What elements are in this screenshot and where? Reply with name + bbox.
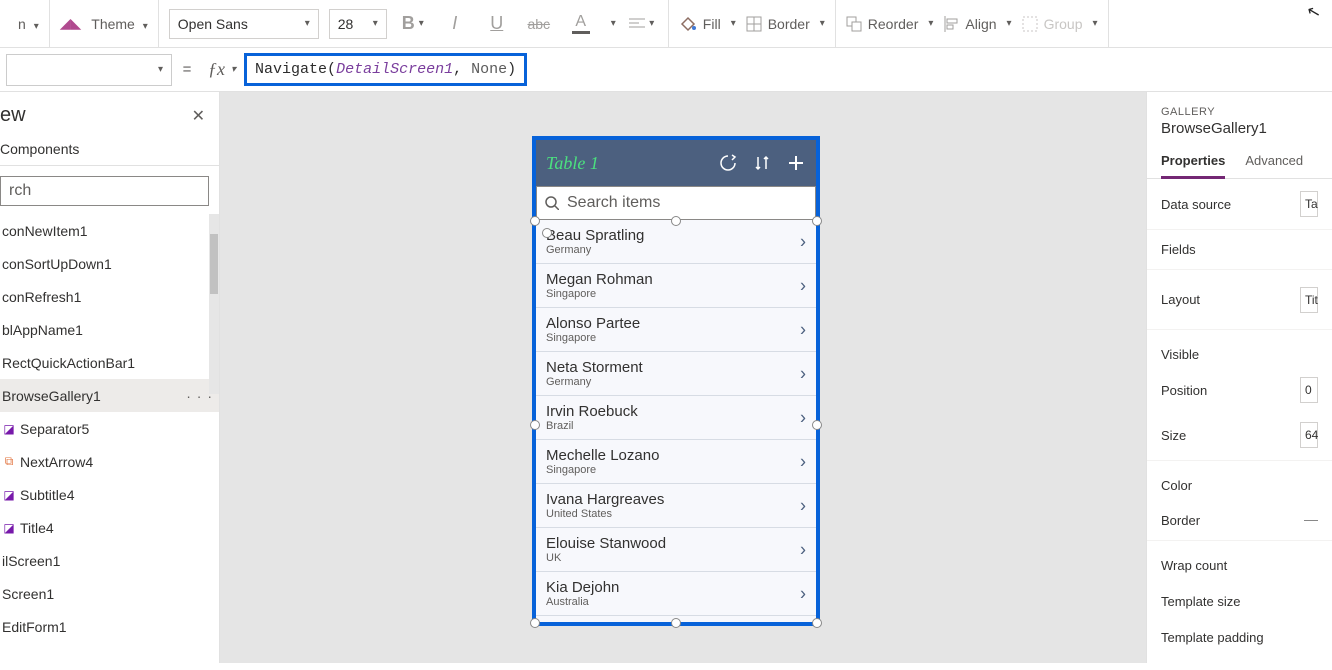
prop-wrap-count-label: Wrap count — [1161, 558, 1227, 573]
app-search-input[interactable]: Search items — [536, 186, 816, 220]
prop-fields-label: Fields — [1161, 242, 1196, 257]
gallery-item[interactable]: Ivana HargreavesUnited States› — [536, 484, 816, 528]
prop-data-source-value[interactable]: Ta — [1300, 191, 1318, 217]
reorder-button[interactable]: Reorder▾ — [846, 16, 934, 32]
property-select[interactable]: ▾ — [6, 54, 172, 86]
font-color-button[interactable]: A — [565, 8, 597, 40]
unknown-dropdown[interactable]: n ▾ — [18, 16, 39, 32]
tree-item[interactable]: BrowseGallery1· · · — [0, 379, 219, 412]
border-button[interactable]: Border▾ — [746, 16, 825, 32]
prop-layout-value[interactable]: Tit — [1300, 287, 1318, 313]
prop-layout-label: Layout — [1161, 292, 1200, 307]
sort-icon[interactable] — [752, 153, 772, 173]
tree-item[interactable]: conSortUpDown1 — [0, 247, 219, 280]
fill-button[interactable]: Fill▾ — [679, 15, 736, 33]
align-button[interactable]: Align▾ — [943, 16, 1011, 32]
tree-item[interactable]: conNewItem1 — [0, 214, 219, 247]
theme-dropdown[interactable]: Theme ▾ — [91, 16, 148, 32]
tree-view-panel: ew ✕ Components rch conNewItem1conSortUp… — [0, 92, 220, 663]
strikethrough-button[interactable]: abc — [523, 8, 555, 40]
tree-item[interactable]: conRefresh1 — [0, 280, 219, 313]
prop-data-source-label: Data source — [1161, 197, 1231, 212]
chevron-right-icon[interactable]: › — [800, 275, 806, 296]
border-icon — [746, 16, 762, 32]
props-object-name: BrowseGallery1 — [1147, 120, 1332, 145]
chevron-right-icon[interactable]: › — [800, 539, 806, 560]
gallery-item[interactable]: Kia DejohnAustralia› — [536, 572, 816, 616]
props-section-label: GALLERY — [1147, 92, 1332, 120]
gallery-item[interactable]: Alonso ParteeSingapore› — [536, 308, 816, 352]
prop-template-padding-label: Template padding — [1161, 630, 1264, 645]
tree-item[interactable]: ◪Separator5 — [0, 412, 219, 445]
chevron-right-icon[interactable]: › — [800, 363, 806, 384]
tree-item[interactable]: ilScreen1 — [0, 544, 219, 577]
prop-size-value[interactable]: 64 — [1300, 422, 1318, 448]
chevron-down-icon[interactable]: ▾ — [611, 18, 616, 29]
font-size-select[interactable]: 28▾ — [329, 9, 387, 39]
gallery[interactable]: Beau SpratlingGermany›Megan RohmanSingap… — [536, 220, 816, 622]
gallery-item[interactable]: Irvin RoebuckBrazil› — [536, 396, 816, 440]
prop-template-size-label: Template size — [1161, 594, 1240, 609]
equals-sign: = — [172, 61, 202, 78]
tree-title: ew — [0, 104, 26, 127]
refresh-icon[interactable] — [718, 153, 738, 173]
chevron-right-icon[interactable]: › — [800, 319, 806, 340]
chevron-right-icon[interactable]: › — [800, 231, 806, 252]
tree-item[interactable]: ◪Subtitle4 — [0, 478, 219, 511]
formula-input[interactable]: Navigate(DetailScreen1, None) — [242, 48, 1326, 91]
properties-panel: GALLERY BrowseGallery1 Properties Advanc… — [1146, 92, 1332, 663]
prop-position-value[interactable]: 0 — [1300, 377, 1318, 403]
gallery-item[interactable]: Megan RohmanSingapore› — [536, 264, 816, 308]
tree-item[interactable]: blAppName1 — [0, 313, 219, 346]
chevron-right-icon[interactable]: › — [800, 583, 806, 604]
gallery-item[interactable]: Elouise StanwoodUK› — [536, 528, 816, 572]
search-icon — [545, 196, 559, 210]
prop-border-label: Border — [1161, 513, 1200, 528]
fx-label[interactable]: ƒx▾ — [202, 59, 242, 80]
tree-item[interactable]: RectQuickActionBar1 — [0, 346, 219, 379]
tree-items: conNewItem1conSortUpDown1conRefresh1blAp… — [0, 214, 219, 670]
tab-advanced[interactable]: Advanced — [1245, 145, 1303, 178]
tree-item[interactable]: EditForm1 — [0, 610, 219, 643]
tree-tab-components[interactable]: Components — [0, 133, 93, 165]
gallery-item[interactable]: Neta StormentGermany› — [536, 352, 816, 396]
tree-search-input[interactable]: rch — [0, 176, 209, 206]
prop-visible-label: Visible — [1161, 347, 1199, 362]
reorder-icon — [846, 16, 862, 32]
italic-button[interactable]: I — [439, 8, 471, 40]
prop-size-label: Size — [1161, 428, 1186, 443]
tree-item[interactable]: Screen1 — [0, 577, 219, 610]
gallery-item[interactable]: Beau SpratlingGermany› — [536, 220, 816, 264]
phone-preview[interactable]: Table 1 Search items Beau SpratlingGerma… — [532, 136, 820, 626]
close-icon[interactable]: ✕ — [192, 106, 205, 126]
canvas[interactable]: Table 1 Search items Beau SpratlingGerma… — [220, 92, 1146, 663]
prop-position-label: Position — [1161, 383, 1207, 398]
tab-properties[interactable]: Properties — [1161, 145, 1225, 179]
add-icon[interactable] — [786, 153, 806, 173]
chevron-right-icon[interactable]: › — [800, 451, 806, 472]
text-align-button[interactable]: ▾ — [626, 8, 658, 40]
app-title: Table 1 — [546, 153, 704, 174]
theme-icon: ◢◣ — [60, 15, 82, 32]
chevron-right-icon[interactable]: › — [800, 495, 806, 516]
fill-icon — [679, 15, 697, 33]
bold-button[interactable]: B▾ — [397, 8, 429, 40]
gallery-item[interactable]: Mechelle LozanoSingapore› — [536, 440, 816, 484]
group-icon — [1022, 16, 1038, 32]
tree-item[interactable]: ⧉NextArrow4 — [0, 445, 219, 478]
chevron-right-icon[interactable]: › — [800, 407, 806, 428]
app-header: Table 1 — [536, 140, 816, 186]
align-icon — [943, 16, 959, 32]
group-button: Group▾ — [1022, 16, 1098, 32]
font-family-select[interactable]: Open Sans▾ — [169, 9, 319, 39]
tree-item[interactable]: ◪Title4 — [0, 511, 219, 544]
formatting-toolbar: n ▾ ◢◣ Theme ▾ Open Sans▾ 28▾ B▾ I U abc… — [0, 0, 1332, 48]
prop-color-label: Color — [1161, 478, 1192, 493]
formula-bar: ▾ = ƒx▾ Navigate(DetailScreen1, None) — [0, 48, 1332, 92]
underline-button[interactable]: U — [481, 8, 513, 40]
scrollbar-thumb[interactable] — [210, 234, 218, 294]
